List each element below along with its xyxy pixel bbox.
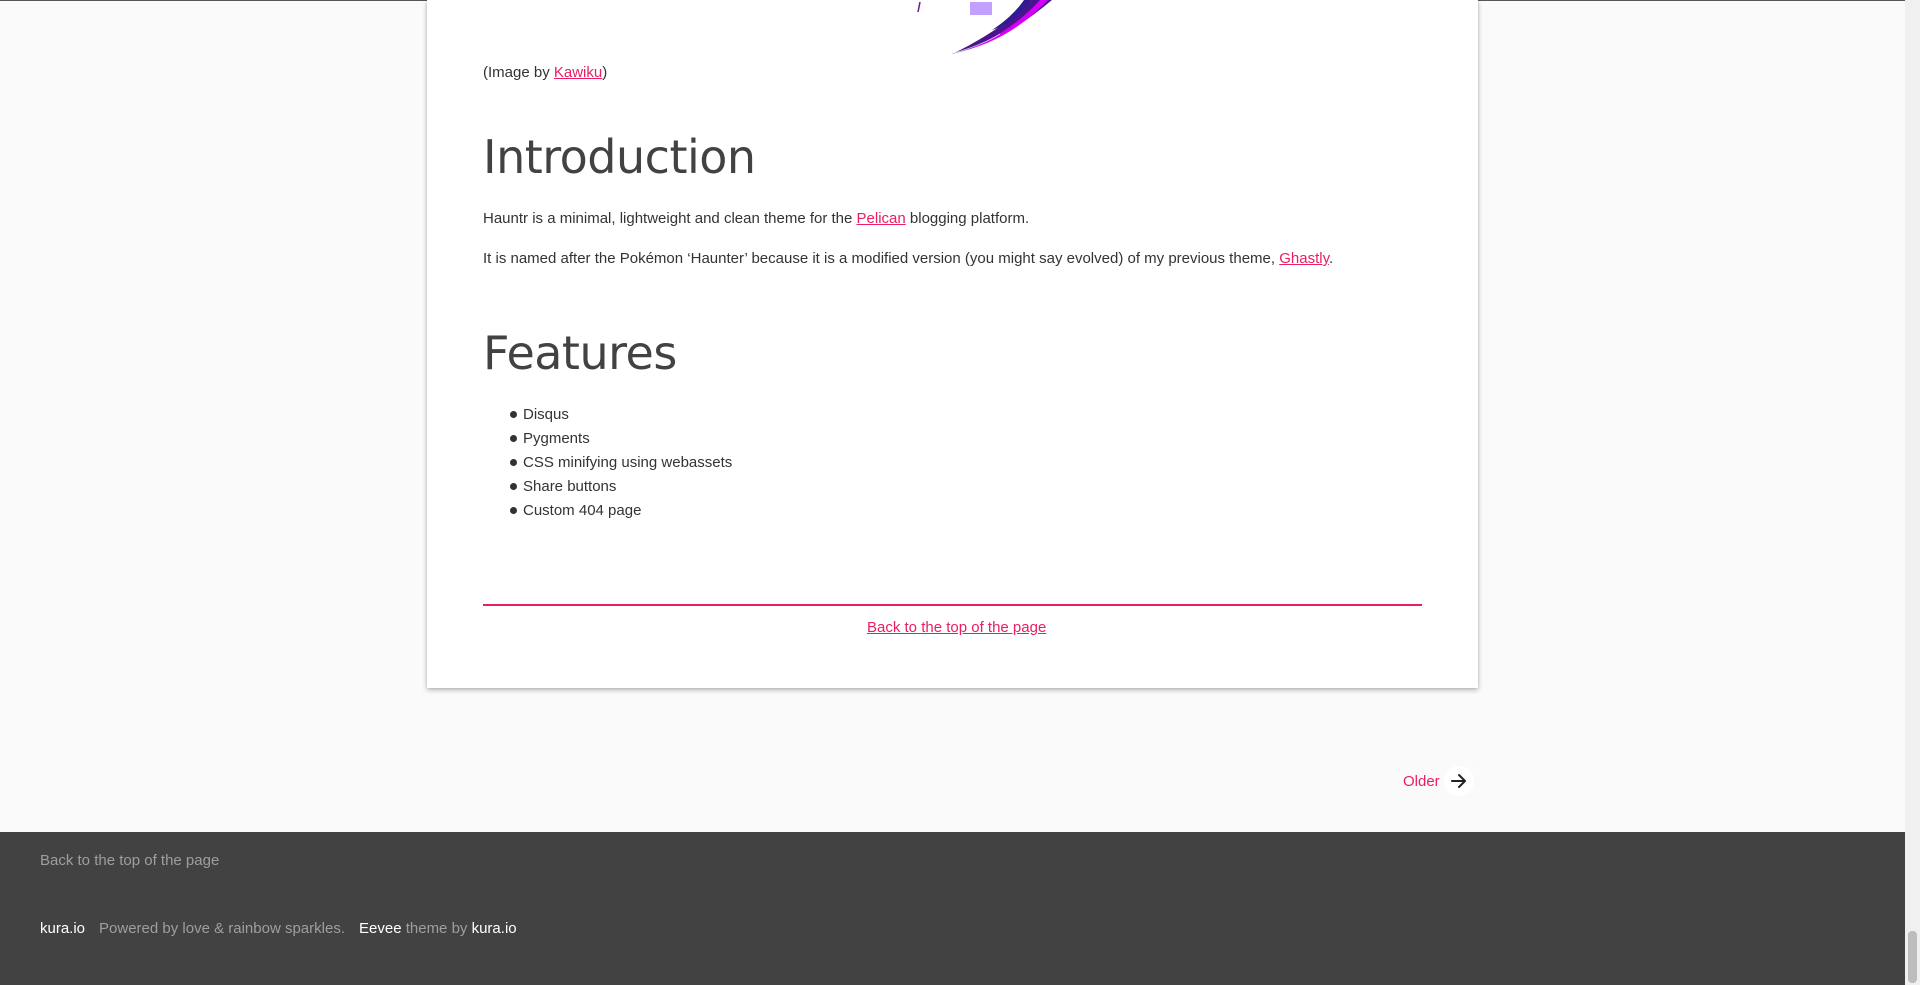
list-item: CSS minifying using webassets	[483, 452, 732, 476]
arrow-right-icon[interactable]	[1443, 766, 1474, 796]
image-caption: (Image by Kawiku)	[483, 64, 608, 81]
kawiku-link[interactable]: Kawiku	[554, 64, 602, 81]
article-divider	[483, 604, 1422, 606]
intro-paragraph-1: Hauntr is a minimal, lightweight and cle…	[483, 210, 1030, 227]
back-to-top-link[interactable]: Back to the top of the page	[867, 619, 1046, 636]
footer-powered-text: Powered by love & rainbow sparkles.	[99, 920, 345, 937]
introduction-heading: Introduction	[483, 130, 756, 184]
page-scrollbar[interactable]	[1905, 0, 1920, 985]
list-item: Custom 404 page	[483, 500, 732, 524]
features-list: Disqus Pygments CSS minifying using weba…	[483, 404, 732, 524]
footer-back-to-top-link[interactable]: Back to the top of the page	[40, 852, 219, 869]
footer-author-link[interactable]: kura.io	[472, 920, 517, 937]
bullet-icon	[510, 411, 517, 418]
features-heading: Features	[483, 326, 677, 380]
hero-image	[917, 0, 1052, 54]
ghastly-link[interactable]: Ghastly	[1279, 250, 1329, 267]
older-label[interactable]: Older	[1403, 773, 1440, 790]
bullet-icon	[510, 435, 517, 442]
list-item: Disqus	[483, 404, 732, 428]
footer-credits: kura.io Powered by love & rainbow sparkle…	[40, 920, 517, 937]
bullet-icon	[510, 507, 517, 514]
footer-theme-link[interactable]: Eevee	[359, 920, 402, 937]
pelican-link[interactable]: Pelican	[857, 210, 906, 227]
list-item: Share buttons	[483, 476, 732, 500]
site-footer: Back to the top of the page kura.io Power…	[0, 832, 1905, 985]
footer-site-link[interactable]: kura.io	[40, 920, 85, 937]
bullet-icon	[510, 459, 517, 466]
bullet-icon	[510, 483, 517, 490]
scrollbar-thumb[interactable]	[1908, 931, 1917, 983]
intro-paragraph-2: It is named after the Pokémon ‘Haunter’ …	[483, 250, 1334, 267]
older-posts-button[interactable]: Older	[1403, 766, 1474, 796]
list-item: Pygments	[483, 428, 732, 452]
